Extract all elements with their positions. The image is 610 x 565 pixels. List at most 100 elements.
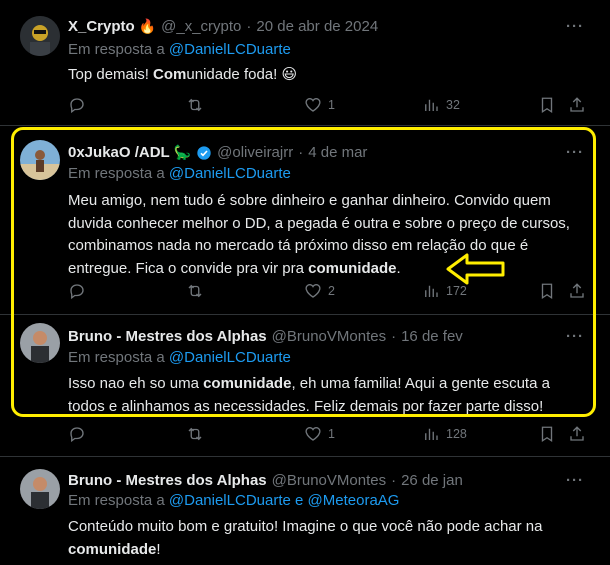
timestamp[interactable]: 16 de fev [401,328,463,345]
text-bold: comunidade [203,375,292,392]
tweet-text: Conteúdo muito bom e gratuito! Imagine o… [68,516,588,561]
verified-badge-icon[interactable] [196,145,212,161]
reply-mention-2[interactable]: @MeteoraAG [308,492,400,509]
retweet-button[interactable] [186,425,204,443]
retweet-button[interactable] [186,282,204,300]
reply-prefix: Em resposta a [68,165,165,182]
analytics-icon [425,99,438,111]
reply-mention[interactable]: @DanielLCDuarte [169,492,291,509]
display-name[interactable]: 0xJukaO /ADL [68,144,170,161]
reply-context: Em resposta a @DanielLCDuarte e @Meteora… [68,492,399,509]
bookmark-icon [541,97,553,114]
heart-icon [305,427,321,441]
reply-mention[interactable]: @DanielLCDuarte [169,165,291,182]
more-options-icon[interactable]: ··· [566,328,584,345]
separator: · [246,18,252,35]
tweet-1[interactable]: X_Crypto 🔥 @_x_crypto · 20 de abr de 202… [0,0,610,125]
reply-mention[interactable]: @DanielLCDuarte [169,349,291,366]
timestamp[interactable]: 20 de abr de 2024 [256,18,378,35]
avatar[interactable] [20,140,60,180]
reply-button[interactable] [68,282,86,300]
reply-context: Em resposta a @DanielLCDuarte [68,165,291,182]
reply-prefix: Em resposta a [68,492,165,509]
tweet-header: X_Crypto 🔥 @_x_crypto · 20 de abr de 202… [68,18,378,35]
share-icon [570,283,584,298]
more-options-icon[interactable]: ··· [566,18,584,35]
text-part: Top demais! [68,66,154,83]
like-count: 1 [328,427,335,441]
avatar[interactable] [20,16,60,56]
fire-emoji: 🔥 [138,18,157,34]
like-button[interactable]: 2 [304,282,335,300]
bookmark-icon [541,283,553,300]
reply-icon [70,98,84,114]
reply-prefix: Em resposta a [68,349,165,366]
tweet-2[interactable]: 0xJukaO /ADL 🦕 @oliveirajrr · 4 de mar ·… [0,126,610,316]
action-bar: 1 32 [68,96,588,118]
text-part: Isso nao eh so uma [68,375,204,392]
share-icon [570,426,584,441]
retweet-icon [188,98,202,112]
share-icon [570,97,584,112]
bookmark-button[interactable] [538,96,556,114]
reply-prefix: Em resposta a [68,41,165,58]
views-button[interactable]: 32 [422,96,460,114]
more-options-icon[interactable]: ··· [566,144,584,161]
display-name[interactable]: Bruno - Mestres dos Alphas [68,472,267,489]
text-part: ! [156,540,161,558]
timestamp[interactable]: 4 de mar [308,144,367,161]
text-bold: comunidade [68,540,157,558]
action-bar: 2 172 [68,282,588,304]
tweet-3[interactable]: Bruno - Mestres dos Alphas @BrunoVMontes… [0,315,610,455]
text-part: . [396,259,401,277]
share-button[interactable] [568,282,586,300]
tweet-text: Top demais! Comunidade foda! 😃 [68,64,588,87]
share-button[interactable] [568,96,586,114]
left-arrow-icon [446,253,505,285]
view-count: 128 [446,427,467,441]
avatar[interactable] [20,323,60,363]
tweet-4[interactable]: Bruno - Mestres dos Alphas @BrunoVMontes… [0,457,610,565]
display-name[interactable]: Bruno - Mestres dos Alphas [68,328,267,345]
text-part: unidade foda! 😃 [186,66,298,83]
separator: · [298,144,304,161]
handle[interactable]: @BrunoVMontes [272,472,386,489]
tweet-text: Meu amigo, nem tudo é sobre dinheiro e g… [68,190,588,280]
reply-context: Em resposta a @DanielLCDuarte [68,349,291,366]
heart-icon [305,284,321,298]
heart-icon [305,98,321,112]
reply-button[interactable] [68,96,86,114]
like-count: 1 [328,98,335,112]
reply-button[interactable] [68,425,86,443]
tweet-header: 0xJukaO /ADL 🦕 @oliveirajrr · 4 de mar [68,144,367,161]
retweet-button[interactable] [186,96,204,114]
reply-context: Em resposta a @DanielLCDuarte [68,41,291,58]
more-options-icon[interactable]: ··· [566,472,584,489]
like-count: 2 [328,284,335,298]
handle[interactable]: @_x_crypto [161,18,241,35]
action-bar: 1 128 [68,425,588,447]
timestamp[interactable]: 26 de jan [401,472,463,489]
dinosaur-emoji: 🦕 [173,144,192,160]
handle[interactable]: @oliveirajrr [217,144,293,161]
views-button[interactable]: 128 [422,425,467,443]
bookmark-button[interactable] [538,425,556,443]
display-name[interactable]: X_Crypto [68,18,135,35]
retweet-icon [188,427,202,441]
reply-mention[interactable]: @DanielLCDuarte [169,41,291,58]
view-count: 172 [446,284,467,298]
analytics-icon [425,428,438,440]
tweet-header: Bruno - Mestres dos Alphas @BrunoVMontes… [68,328,463,345]
avatar[interactable] [20,469,60,509]
share-button[interactable] [568,425,586,443]
text-bold: Com [153,66,187,83]
tweet-text: Isso nao eh so uma comunidade, eh uma fa… [68,373,588,418]
bookmark-icon [541,426,553,443]
handle[interactable]: @BrunoVMontes [272,328,386,345]
like-button[interactable]: 1 [304,425,335,443]
tweet-header: Bruno - Mestres dos Alphas @BrunoVMontes… [68,472,463,489]
separator: · [391,472,397,489]
bookmark-button[interactable] [538,282,556,300]
separator: · [391,328,397,345]
like-button[interactable]: 1 [304,96,335,114]
